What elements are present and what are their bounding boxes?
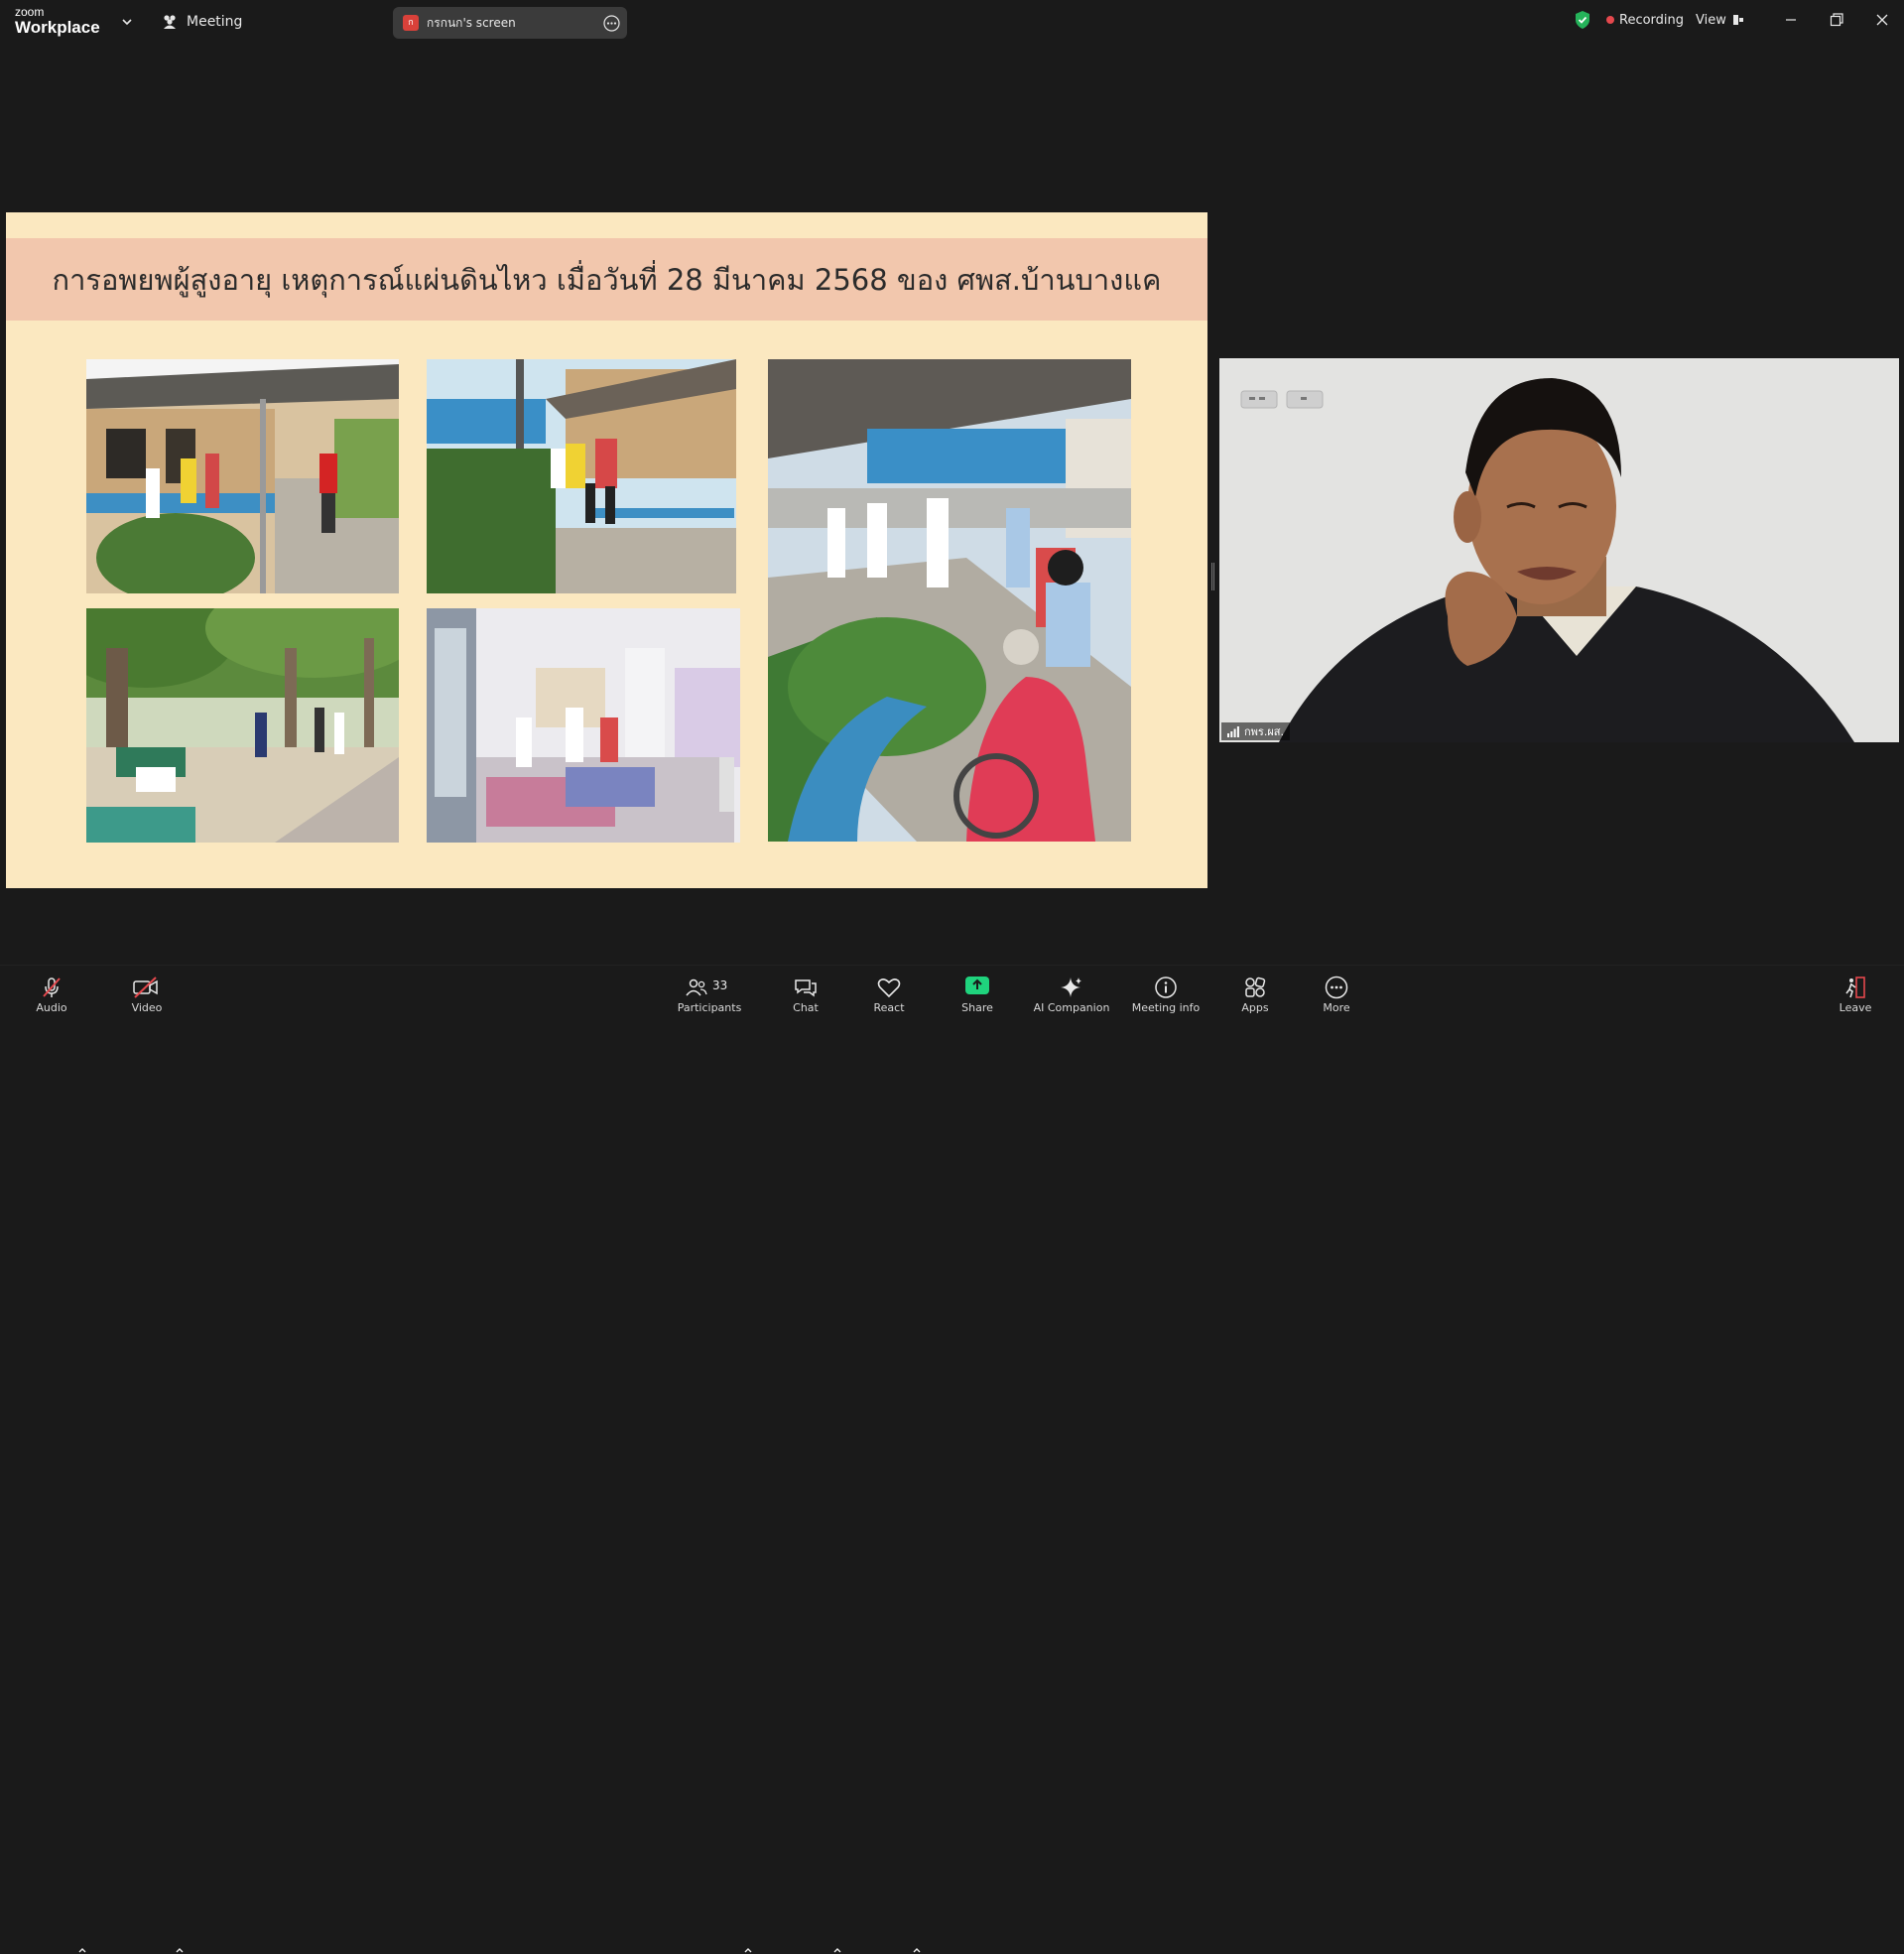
title-bar: zoom Workplace Meeting ก กรกนก's screen … [0,0,1904,44]
more-button[interactable]: More [1319,966,1354,1014]
more-label: More [1323,1001,1350,1014]
participant-name: กพร.ผส. [1244,725,1284,738]
view-button[interactable]: View [1696,10,1744,30]
participant-name-tag: กพร.ผส. [1221,722,1290,740]
slide-photo-walkway [86,359,399,593]
view-label: View [1696,12,1726,28]
info-icon [1155,977,1177,998]
security-shield-icon[interactable] [1574,10,1591,30]
apps-button[interactable]: Apps [1237,966,1273,1014]
video-label: Video [131,1001,163,1014]
people-icon [164,15,176,29]
audio-label: Audio [36,1001,67,1014]
chat-button[interactable]: Chat [788,966,824,1014]
participants-label: Participants [677,1001,742,1014]
apps-label: Apps [1241,1001,1269,1014]
recording-label: Recording [1619,12,1685,28]
leave-button[interactable]: Leave [1838,966,1873,1014]
zoom-workplace-logo: zoom Workplace [15,5,114,39]
meeting-info-button[interactable]: Meeting info [1132,966,1200,1014]
chat-options-caret-icon[interactable] [832,1946,842,1954]
signal-strength-icon [1227,725,1239,737]
react-label: React [873,1001,905,1014]
participants-options-caret-icon[interactable] [743,1946,753,1954]
video-options-caret-icon[interactable] [175,1946,185,1954]
logo-workplace-text: Workplace [15,18,100,37]
mic-muted-icon [43,977,61,997]
slide-title-band: การอพยพผู้สูงอายุ เหตุการณ์แผ่นดินไหว เม… [6,238,1207,321]
shared-slide[interactable]: การอพยพผู้สูงอายุ เหตุการณ์แผ่นดินไหว เม… [6,212,1207,888]
ai-companion-button[interactable]: AI Companion [1034,966,1109,1014]
logo-zoom-text: zoom [15,5,45,19]
close-icon[interactable] [1873,10,1891,30]
more-icon [1325,976,1348,999]
react-options-caret-icon[interactable] [912,1946,922,1954]
share-screen-icon [965,977,989,994]
more-options-icon[interactable] [603,15,620,32]
meeting-stage: การอพยพผู้สูงอายุ เหตุการณ์แผ่นดินไหว เม… [0,44,1904,965]
slide-photo-ramp [427,359,736,593]
meeting-toolbar: Audio Video 33 Participants Chat React S… [0,965,1904,1953]
leave-label: Leave [1839,1001,1872,1014]
participants-button[interactable]: 33 Participants [663,966,756,1014]
slide-photo-ward [427,608,740,843]
slide-photo-wheelchair [768,359,1131,842]
participants-icon [686,978,707,996]
shared-screen-indicator[interactable]: ก กรกนก's screen [393,7,627,39]
share-button[interactable]: Share [959,966,995,1014]
restore-icon[interactable] [1828,10,1845,30]
meeting-info-label: Meeting info [1131,1001,1201,1014]
camera-off-icon [133,977,158,998]
panel-resize-handle[interactable] [1211,563,1214,590]
react-button[interactable]: React [871,966,907,1014]
apps-icon [1245,977,1266,997]
view-layout-icon [1732,15,1743,25]
meeting-label: Meeting [187,14,243,30]
share-label: Share [961,1001,993,1014]
sparkle-icon [1061,977,1081,997]
audio-options-caret-icon[interactable] [77,1946,87,1954]
recording-indicator[interactable]: Recording [1606,10,1684,30]
meeting-button[interactable]: Meeting [161,10,260,34]
participant-video-feed [1219,358,1899,742]
slide-title: การอพยพผู้สูงอายุ เหตุการณ์แผ่นดินไหว เม… [52,262,1162,297]
sharer-avatar-badge: ก [403,15,419,31]
video-button[interactable]: Video [129,966,165,1014]
leave-icon [1845,977,1865,998]
shared-screen-label: กรกนก's screen [427,16,516,30]
recording-dot-icon [1606,16,1614,24]
audio-button[interactable]: Audio [34,966,69,1014]
participants-count: 33 [712,978,728,992]
heart-icon [877,978,901,998]
ai-companion-label: AI Companion [1033,1001,1110,1014]
participant-video-tile[interactable]: กพร.ผส. [1219,358,1899,742]
slide-photo-trees [86,608,399,843]
chevron-down-icon[interactable] [119,12,135,32]
minimize-icon[interactable] [1782,10,1800,30]
chat-icon [795,979,817,997]
chat-label: Chat [793,1001,819,1014]
